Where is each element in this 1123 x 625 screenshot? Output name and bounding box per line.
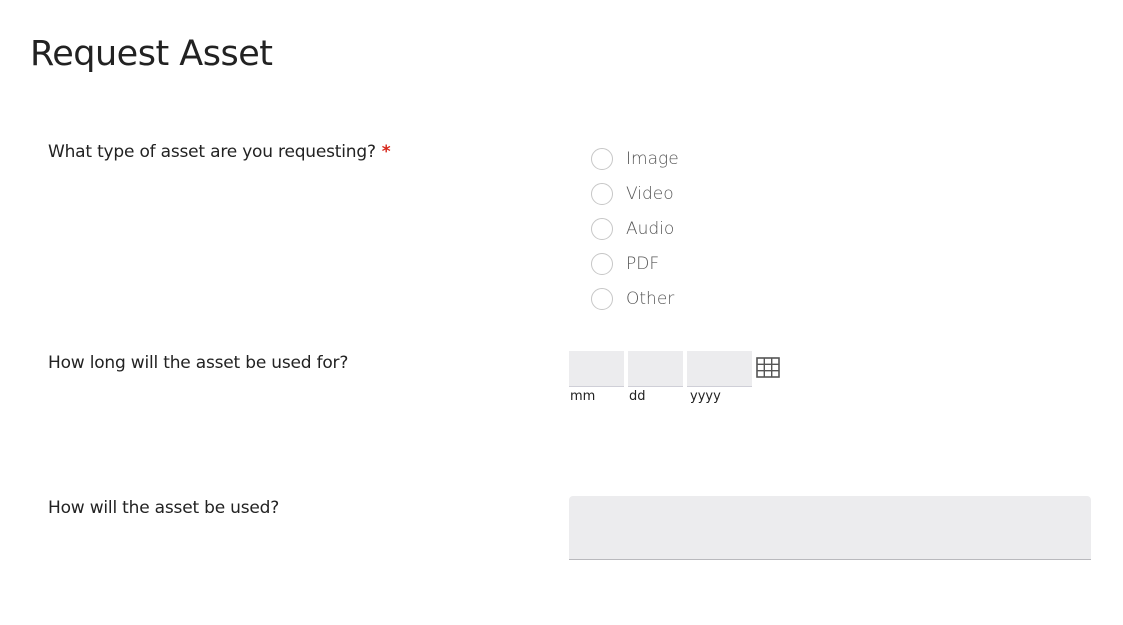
radio-button[interactable] [591, 287, 613, 310]
radio-option-other[interactable]: Other [591, 281, 679, 316]
radio-label[interactable]: Audio [626, 219, 674, 239]
asset-type-question: What type of asset are you requesting? * [48, 142, 391, 162]
required-indicator: * [381, 142, 391, 162]
year-part: yyyy [687, 351, 752, 404]
radio-option-image[interactable]: Image [591, 141, 679, 176]
calendar-picker-button[interactable] [756, 357, 780, 379]
year-input[interactable] [687, 351, 752, 387]
month-part: mm [569, 351, 624, 404]
radio-option-pdf[interactable]: PDF [591, 246, 679, 281]
year-hint: yyyy [690, 389, 721, 404]
radio-button[interactable] [591, 217, 613, 240]
radio-option-audio[interactable]: Audio [591, 211, 679, 246]
radio-label[interactable]: Other [626, 289, 674, 309]
calendar-grid-icon [756, 357, 780, 378]
day-hint: dd [629, 389, 646, 404]
radio-option-video[interactable]: Video [591, 176, 679, 211]
day-part: dd [628, 351, 683, 404]
usage-textarea[interactable] [569, 496, 1091, 560]
asset-type-label: What type of asset are you requesting? [48, 142, 376, 162]
radio-label[interactable]: Image [626, 149, 679, 169]
month-hint: mm [570, 389, 596, 404]
radio-label[interactable]: Video [626, 184, 674, 204]
usage-field-wrapper [569, 496, 1091, 560]
radio-button[interactable] [591, 182, 613, 205]
radio-label[interactable]: PDF [626, 254, 659, 274]
radio-button[interactable] [591, 147, 613, 170]
month-input[interactable] [569, 351, 624, 387]
duration-question: How long will the asset be used for? [48, 353, 349, 373]
asset-type-radio-group: Image Video Audio PDF Other [591, 141, 679, 316]
usage-question: How will the asset be used? [48, 498, 280, 518]
day-input[interactable] [628, 351, 683, 387]
radio-button[interactable] [591, 252, 613, 275]
page-title: Request Asset [30, 34, 273, 74]
duration-date-input: mm dd yyyy [569, 351, 780, 404]
